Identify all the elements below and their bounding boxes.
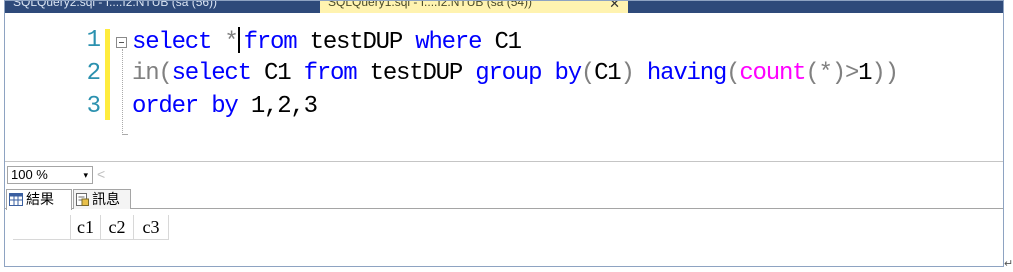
tab-messages[interactable]: 訊息 xyxy=(73,189,131,209)
keyword-order-by: order by xyxy=(132,93,239,120)
zoom-bar: 100 % ▾ < xyxy=(5,163,1003,185)
collapse-icon[interactable] xyxy=(116,37,127,48)
keyword-select: select xyxy=(171,60,252,87)
order-columns: 1,2,3 xyxy=(250,93,318,120)
paren: ( xyxy=(158,60,172,87)
column-name: C1 xyxy=(494,29,522,56)
paragraph-return-mark: ↵ xyxy=(1004,258,1013,270)
zoom-select[interactable]: 100 % ▾ xyxy=(7,166,93,184)
code-line-2: in(select C1 from testDUP group by(C1) h… xyxy=(132,60,899,87)
changed-lines-marker xyxy=(105,29,110,120)
gt-operator: > xyxy=(844,60,859,87)
results-tab-bar: 結果 訊息 xyxy=(5,187,1003,210)
tab-results-label: 結果 xyxy=(26,191,54,207)
paren: ) xyxy=(871,60,885,87)
editor-divider xyxy=(5,161,1003,162)
line-number: 3 xyxy=(86,93,101,120)
line-number: 2 xyxy=(86,60,101,87)
star-operator: * xyxy=(224,29,238,56)
code-line-1: select * from testDUP where C1 xyxy=(132,27,522,56)
text-caret xyxy=(237,27,240,53)
keyword-select: select xyxy=(132,29,212,56)
outline-guide-end xyxy=(122,134,128,135)
code-line-3: order by 1,2,3 xyxy=(132,93,318,120)
chevron-down-icon: ▾ xyxy=(83,170,88,180)
table-name: testDUP xyxy=(369,60,464,87)
results-grid[interactable]: c1 c2 c3 xyxy=(5,210,1003,266)
zoom-value: 100 % xyxy=(11,167,48,182)
number-literal: 1 xyxy=(858,60,872,87)
count-argument: (*) xyxy=(805,60,846,87)
query-editor-window: SQLQuery2.sql - I....I2.NTUB (sa (56)) S… xyxy=(4,0,1004,267)
column-name: C1 xyxy=(264,60,292,87)
column-header[interactable]: c2 xyxy=(101,215,134,240)
scroll-left-icon[interactable]: < xyxy=(97,166,105,182)
keyword-having: having xyxy=(646,60,727,87)
paren: ) xyxy=(620,60,635,87)
grid-corner[interactable] xyxy=(13,215,71,240)
close-icon[interactable]: ✕ xyxy=(609,1,620,12)
grid-icon xyxy=(9,193,23,206)
column-name: C1 xyxy=(594,60,622,87)
keyword-where: where xyxy=(415,29,482,56)
column-header[interactable]: c3 xyxy=(134,215,169,240)
keyword-from: from xyxy=(303,60,358,87)
table-name: testDUP xyxy=(309,29,404,56)
outline-guide xyxy=(122,49,123,135)
tab-sqlquery2[interactable]: SQLQuery2.sql - I....I2.NTUB (sa (56)) xyxy=(5,1,225,13)
line-number: 1 xyxy=(86,27,101,54)
tab-results[interactable]: 結果 xyxy=(6,189,72,210)
sql-editor[interactable]: 1 2 3 select * from testDUP where C1 in(s… xyxy=(5,13,1003,161)
keyword-from: from xyxy=(243,29,298,56)
tab-sqlquery1[interactable]: SQLQuery1.sql - I....I2.NTUB (sa (54)) ✕ xyxy=(320,1,628,13)
paren: ) xyxy=(884,60,899,87)
keyword-in: in xyxy=(132,60,160,87)
tab-label: SQLQuery1.sql - I....I2.NTUB (sa (54)) xyxy=(328,1,533,9)
document-tab-strip: SQLQuery2.sql - I....I2.NTUB (sa (56)) S… xyxy=(5,1,1003,13)
tab-messages-label: 訊息 xyxy=(92,191,120,207)
column-header[interactable]: c1 xyxy=(71,215,101,240)
keyword-group-by: group by xyxy=(475,60,582,87)
tab-label: SQLQuery2.sql - I....I2.NTUB (sa (56)) xyxy=(13,1,218,9)
function-count: count xyxy=(739,60,806,87)
messages-icon xyxy=(76,193,89,206)
paren: ( xyxy=(580,60,595,87)
paren: ( xyxy=(726,60,740,87)
